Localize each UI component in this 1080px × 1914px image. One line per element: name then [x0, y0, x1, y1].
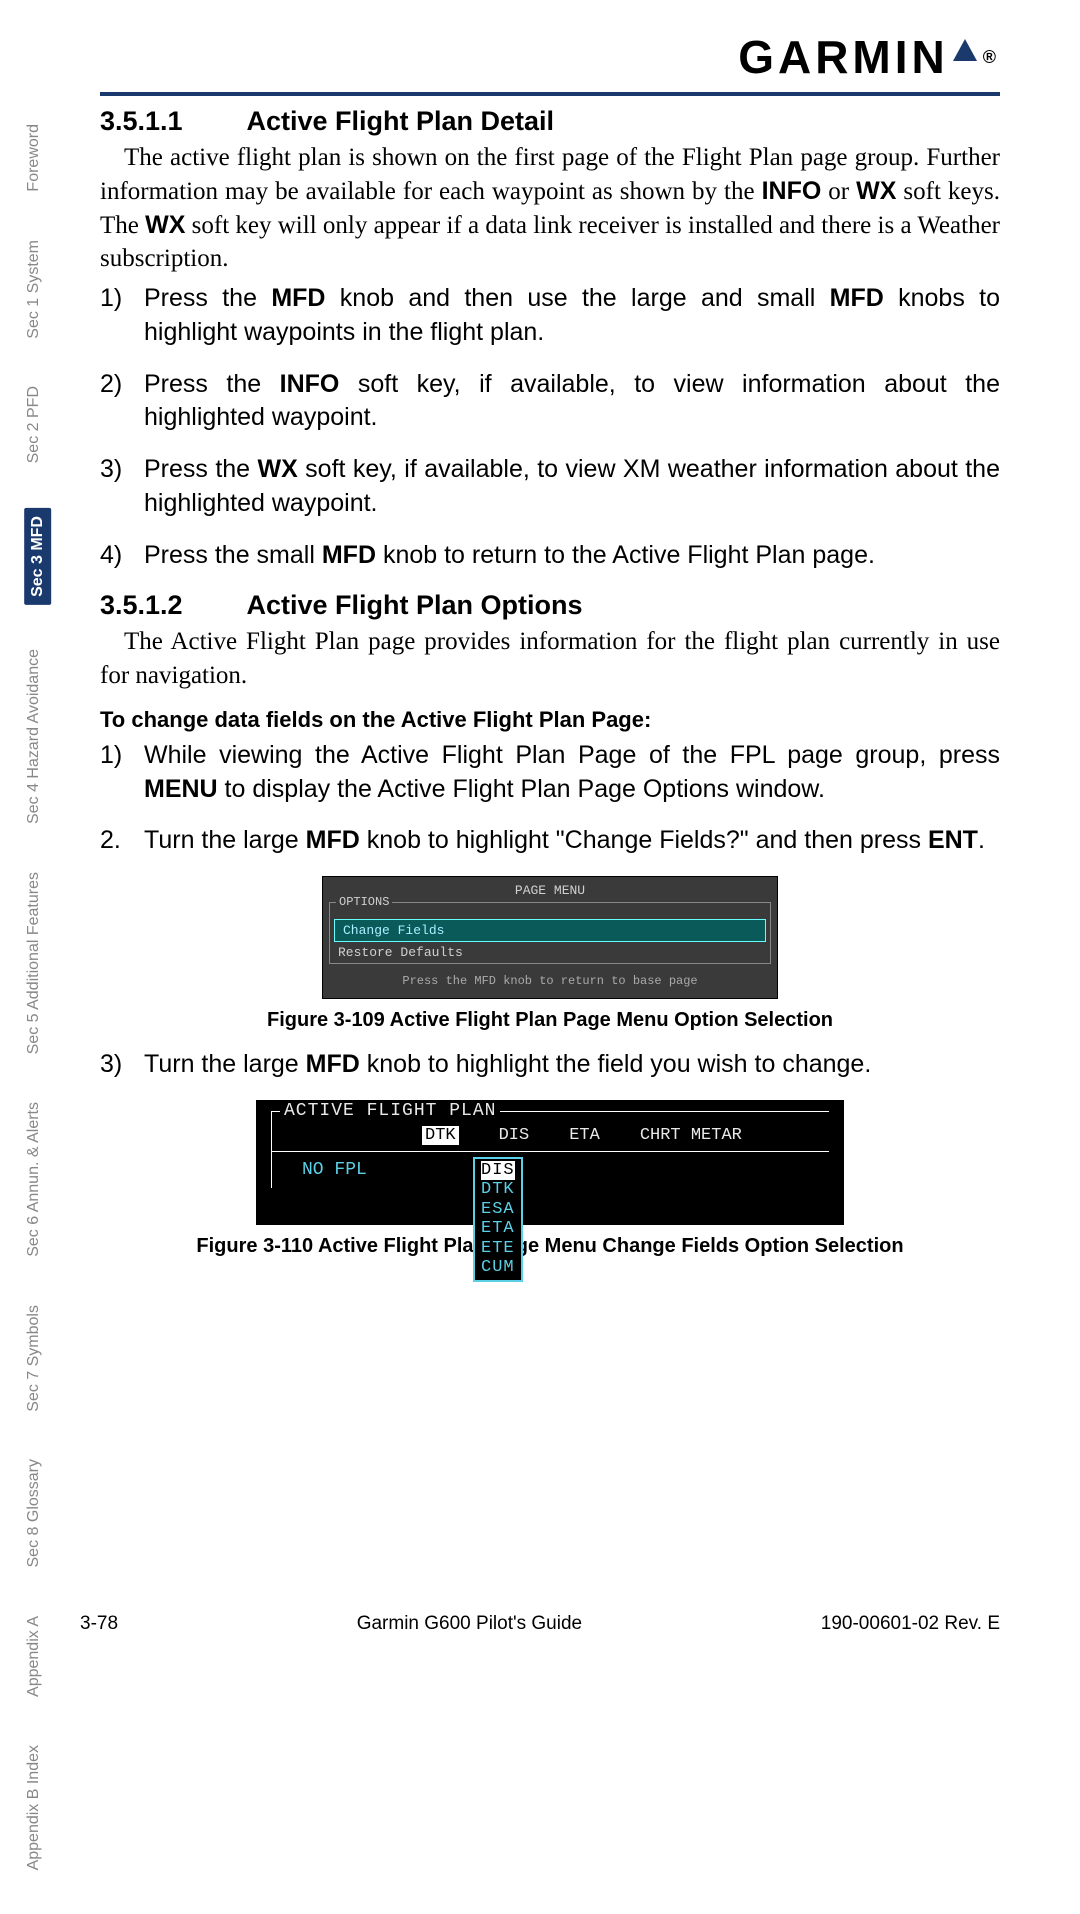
figure-110-screenshot: ACTIVE FLIGHT PLAN DTK DIS ETA CHRT META… [256, 1100, 844, 1225]
col-eta: ETA [569, 1126, 600, 1145]
tab-foreword: Foreword [24, 120, 43, 196]
step2-1: 1)While viewing the Active Flight Plan P… [100, 739, 1000, 807]
tab-sec6: Sec 6 Annun. & Alerts [24, 1098, 43, 1261]
col-dis: DIS [499, 1126, 530, 1145]
garmin-logo: GARMIN ® [738, 30, 1000, 84]
s2-paragraph: The Active Flight Plan page provides inf… [100, 625, 1000, 693]
dd-esa: ESA [481, 1200, 515, 1220]
tab-sec2: Sec 2 PFD [24, 382, 43, 467]
dd-ete: ETE [481, 1239, 515, 1259]
col-chrt-metar: CHRT METAR [640, 1126, 742, 1145]
step2-3: 3)Turn the large MFD knob to highlight t… [100, 1048, 1000, 1082]
step2-2: 2.Turn the large MFD knob to highlight "… [100, 824, 1000, 858]
step-4: 4)Press the small MFD knob to return to … [100, 539, 1000, 573]
options-box: OPTIONS Change Fields Restore Defaults [329, 902, 771, 964]
tab-appendix-a: Appendix A [24, 1612, 43, 1701]
dd-cum: CUM [481, 1258, 515, 1278]
dd-eta: ETA [481, 1219, 515, 1239]
s1-paragraph: The active flight plan is shown on the f… [100, 141, 1000, 276]
tab-appendix-b: Appendix B Index [24, 1741, 43, 1874]
step-1: 1)Press the MFD knob and then use the la… [100, 282, 1000, 350]
registered-mark: ® [983, 47, 1000, 68]
tab-sec8: Sec 8 Glossary [24, 1455, 43, 1571]
tab-sec5: Sec 5 Additional Features [24, 868, 43, 1058]
s2-steps-cont: 3)Turn the large MFD knob to highlight t… [100, 1048, 1000, 1082]
col-dtk: DTK [422, 1126, 459, 1145]
delta-icon [953, 39, 977, 61]
page-number: 3-78 [80, 1613, 118, 1635]
figure-109-caption: Figure 3-109 Active Flight Plan Page Men… [100, 1009, 1000, 1032]
tab-sec1: Sec 1 System [24, 236, 43, 343]
heading-3512: 3.5.1.2 Active Flight Plan Options [100, 590, 1000, 621]
footer-title: Garmin G600 Pilot's Guide [357, 1613, 582, 1635]
brand-text: GARMIN [738, 30, 949, 84]
heading-title: Active Flight Plan Options [247, 590, 583, 620]
dd-dtk: DTK [481, 1180, 515, 1200]
heading-3511: 3.5.1.1 Active Flight Plan Detail [100, 106, 1000, 137]
option-restore-defaults: Restore Defaults [330, 942, 770, 963]
s2-subheading: To change data fields on the Active Flig… [100, 707, 1000, 733]
heading-number: 3.5.1.1 [100, 106, 240, 137]
tab-sec4: Sec 4 Hazard Avoidance [24, 645, 43, 828]
section-tabs: Foreword Sec 1 System Sec 2 PFD Sec 3 MF… [24, 120, 82, 1914]
step-3: 3)Press the WX soft key, if available, t… [100, 453, 1000, 521]
field-dropdown: DIS DTK ESA ETA ETE CUM [473, 1157, 523, 1282]
figure-109-screenshot: PAGE MENU OPTIONS Change Fields Restore … [322, 876, 778, 999]
figure-110-caption: Figure 3-110 Active Flight Plan Page Men… [100, 1235, 1000, 1258]
hint-text: Press the MFD knob to return to base pag… [329, 970, 771, 992]
page-footer: 3-78 Garmin G600 Pilot's Guide 190-00601… [80, 1613, 1000, 1635]
heading-title: Active Flight Plan Detail [247, 106, 555, 136]
tab-sec3: Sec 3 MFD [24, 508, 51, 605]
frame-label: ACTIVE FLIGHT PLAN [280, 1101, 500, 1121]
tab-sec7: Sec 7 Symbols [24, 1301, 43, 1416]
no-fpl-text: NO FPL [272, 1152, 829, 1188]
doc-revision: 190-00601-02 Rev. E [821, 1613, 1000, 1635]
afp-frame: ACTIVE FLIGHT PLAN DTK DIS ETA CHRT META… [271, 1111, 829, 1188]
s1-steps: 1)Press the MFD knob and then use the la… [100, 282, 1000, 572]
dd-dis: DIS [481, 1161, 515, 1181]
option-change-fields: Change Fields [334, 919, 766, 942]
page-header: GARMIN ® [100, 30, 1000, 96]
heading-number: 3.5.1.2 [100, 590, 240, 621]
s2-steps: 1)While viewing the Active Flight Plan P… [100, 739, 1000, 858]
menu-title: PAGE MENU [329, 883, 771, 898]
options-label: OPTIONS [336, 895, 392, 909]
step-2: 2)Press the INFO soft key, if available,… [100, 368, 1000, 436]
